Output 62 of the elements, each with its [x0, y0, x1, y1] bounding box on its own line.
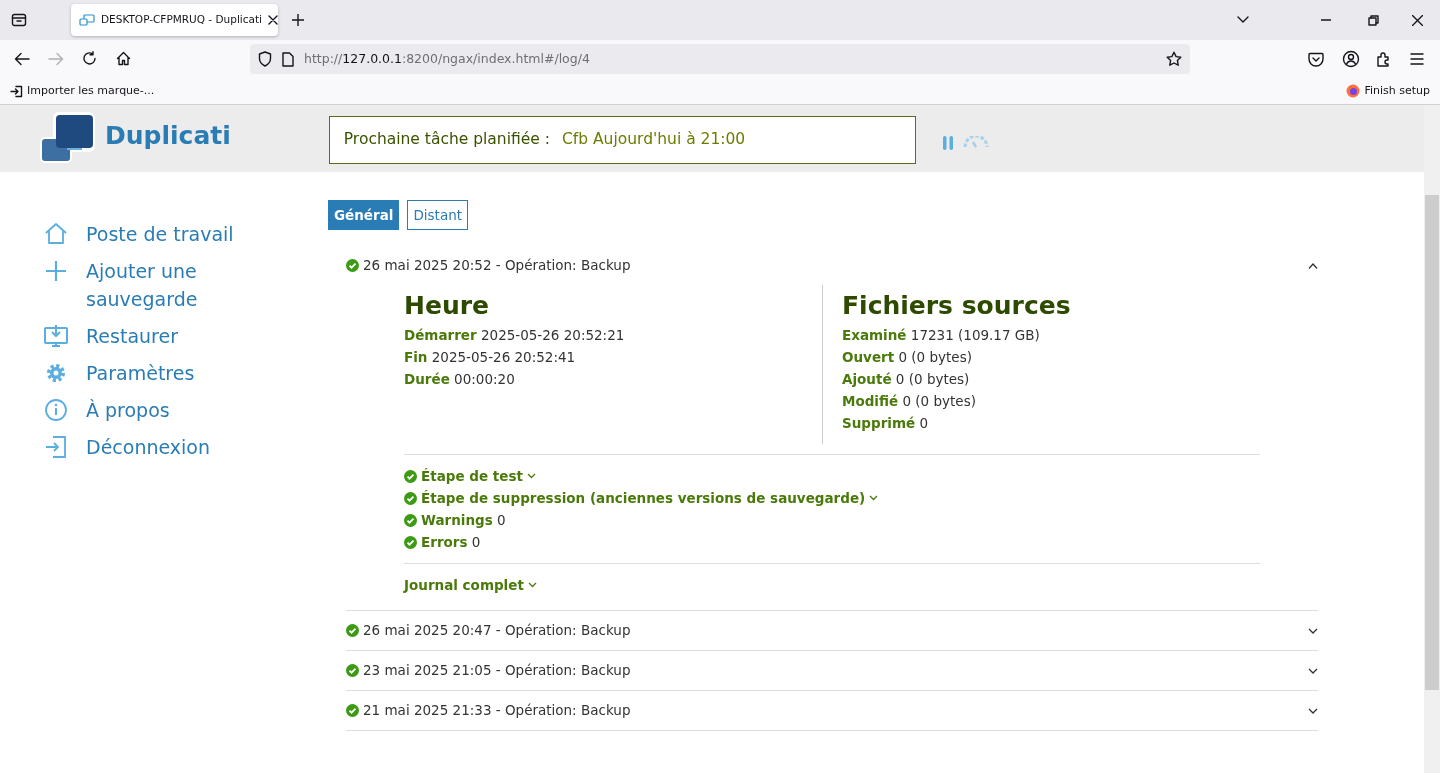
section-heading: Fichiers sources — [842, 291, 1072, 321]
globe-logo-icon — [1346, 84, 1361, 98]
log-entry-header[interactable]: 21 mai 2025 21:33 - Opération: Backup — [346, 691, 1318, 730]
reload-icon[interactable] — [82, 51, 97, 66]
sidebar-item[interactable]: Déconnexion — [44, 433, 328, 461]
sidebar-item[interactable]: Poste de travail — [44, 220, 328, 248]
browser-tab[interactable]: DESKTOP-CFPMRUQ - Duplicati — [71, 4, 278, 36]
sidebar-item[interactable]: À propos — [44, 396, 328, 424]
field-line: Modifié 0 (0 bytes) — [842, 392, 977, 411]
tab[interactable]: Distant — [407, 200, 468, 230]
field-line: Supprimé 0 — [842, 414, 930, 433]
log-entry-header[interactable]: 26 mai 2025 20:52 - Opération: Backup — [346, 246, 1318, 285]
page-icon[interactable] — [282, 51, 294, 67]
field-line: Fin 2025-05-26 20:52:41 — [404, 348, 577, 367]
star-icon[interactable] — [1166, 51, 1182, 67]
scrollbar[interactable] — [1424, 105, 1440, 773]
tab-list-icon[interactable] — [11, 12, 27, 28]
back-arrow-icon[interactable] — [14, 52, 30, 66]
next-task-value: Cfb Aujourd'hui à 21:00 — [561, 129, 746, 151]
bookmark-item[interactable]: Importer les marque-... — [10, 82, 155, 100]
chevron-down-icon[interactable] — [1237, 16, 1249, 24]
forward-arrow-icon — [48, 52, 64, 66]
brand-logo: Duplicati — [39, 111, 231, 165]
tab-title: DESKTOP-CFPMRUQ - Duplicati — [101, 12, 262, 28]
tab[interactable]: Général — [328, 200, 400, 230]
import-icon — [10, 84, 23, 98]
overlapping-squares-icon — [39, 111, 97, 165]
count-line: Errors 0 — [421, 533, 481, 552]
puzzle-icon[interactable] — [1376, 51, 1392, 67]
menu-icon[interactable] — [1410, 53, 1424, 65]
close-icon[interactable] — [268, 15, 278, 25]
restore-icon[interactable] — [1368, 14, 1379, 26]
journal-toggle[interactable]: Journal complet — [404, 574, 524, 596]
field-line: Durée 00:00:20 — [404, 370, 516, 389]
field-line: Examiné 17231 (109.17 GB) — [842, 326, 1041, 345]
section-toggle[interactable]: Étape de suppression (anciennes versions de sauvegarde) — [421, 487, 866, 509]
field-line: Démarrer 2025-05-26 20:52:21 — [404, 326, 626, 345]
gear-icon — [44, 361, 68, 385]
field-line: Ouvert 0 (0 bytes) — [842, 348, 973, 367]
section-heading: Heure — [404, 291, 490, 321]
info-icon — [44, 398, 68, 422]
pocket-icon[interactable] — [1308, 51, 1324, 67]
home-icon[interactable] — [116, 51, 131, 66]
plus-icon — [44, 259, 68, 283]
close-icon[interactable] — [1412, 14, 1423, 26]
count-line: Warnings 0 — [421, 511, 506, 530]
sidebar-item[interactable]: Restaurer — [44, 322, 328, 350]
monitor-download-icon — [44, 324, 68, 348]
house-icon — [44, 222, 68, 246]
plus-icon[interactable] — [292, 14, 304, 26]
finish-setup-button[interactable]: Finish setup — [1346, 82, 1430, 100]
windows-icon — [79, 14, 95, 26]
log-entry-header[interactable]: 23 mai 2025 21:05 - Opération: Backup — [346, 651, 1318, 690]
account-icon[interactable] — [1342, 50, 1360, 68]
log-entry-header[interactable]: 26 mai 2025 20:47 - Opération: Backup — [346, 611, 1318, 650]
sidebar-item[interactable]: Paramètres — [44, 359, 328, 387]
sidebar-item[interactable]: Ajouter une sauvegarde — [44, 257, 328, 313]
shield-icon[interactable] — [258, 51, 272, 67]
field-line: Ajouté 0 (0 bytes) — [842, 370, 971, 389]
section-toggle[interactable]: Étape de test — [421, 465, 523, 487]
next-task-label: Prochaine tâche planifiée : — [343, 129, 550, 151]
exit-icon — [44, 435, 68, 459]
